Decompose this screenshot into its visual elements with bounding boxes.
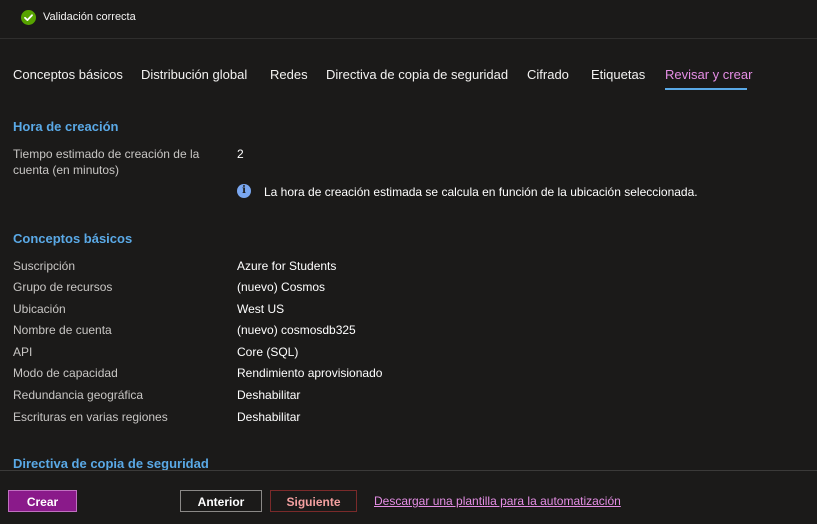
tab-basics[interactable]: Conceptos básicos [13, 67, 123, 82]
row-label-api: API [13, 345, 33, 359]
tab-backup-policy[interactable]: Directiva de copia de seguridad [326, 67, 508, 82]
footer-bar: Crear Anterior Siguiente Descargar una p… [0, 470, 817, 524]
creation-time-info-text: La hora de creación estimada se calcula … [264, 185, 698, 199]
next-button[interactable]: Siguiente [270, 490, 357, 512]
tab-tags[interactable]: Etiquetas [591, 67, 645, 82]
validation-text: Validación correcta [43, 11, 136, 23]
row-value-multi-region-writes: Deshabilitar [237, 410, 301, 424]
tab-review-create[interactable]: Revisar y crear [665, 67, 752, 82]
row-label-multi-region-writes: Escrituras en varias regiones [13, 410, 168, 424]
previous-button[interactable]: Anterior [180, 490, 262, 512]
tab-global-distribution[interactable]: Distribución global [141, 67, 247, 82]
tab-bar: Conceptos básicos Distribución global Re… [0, 60, 817, 92]
row-label-subscription: Suscripción [13, 259, 76, 273]
row-label-account-name: Nombre de cuenta [13, 323, 112, 337]
validation-banner: Validación correcta [0, 0, 817, 39]
row-value-account-name: (nuevo) cosmosdb325 [237, 323, 356, 337]
row-label-capacity-mode: Modo de capacidad [13, 366, 118, 380]
row-value-resource-group: (nuevo) Cosmos [237, 280, 326, 294]
backup-section-title: Directiva de copia de seguridad [13, 456, 209, 471]
row-value-capacity-mode: Rendimiento aprovisionado [237, 366, 383, 380]
row-value-location: West US [237, 302, 285, 316]
check-circle-icon [21, 10, 36, 25]
tab-networking[interactable]: Redes [270, 67, 308, 82]
row-label-resource-group: Grupo de recursos [13, 280, 113, 294]
creation-time-title: Hora de creación [13, 119, 119, 134]
creation-time-label: Tiempo estimado de creación de la cuenta… [13, 147, 200, 177]
creation-time-value: 2 [237, 147, 244, 161]
create-button[interactable]: Crear [8, 490, 77, 512]
row-label-location: Ubicación [13, 302, 66, 316]
info-icon: i [237, 184, 251, 198]
active-tab-underline [665, 88, 747, 90]
row-label-geo-redundancy: Redundancia geográfica [13, 388, 144, 402]
basics-section-title: Conceptos básicos [13, 231, 133, 246]
row-value-api: Core (SQL) [237, 345, 299, 359]
download-template-link[interactable]: Descargar una plantilla para la automati… [374, 494, 621, 508]
tab-encryption[interactable]: Cifrado [527, 67, 569, 82]
row-value-geo-redundancy: Deshabilitar [237, 388, 301, 402]
row-value-subscription: Azure for Students [237, 259, 337, 273]
